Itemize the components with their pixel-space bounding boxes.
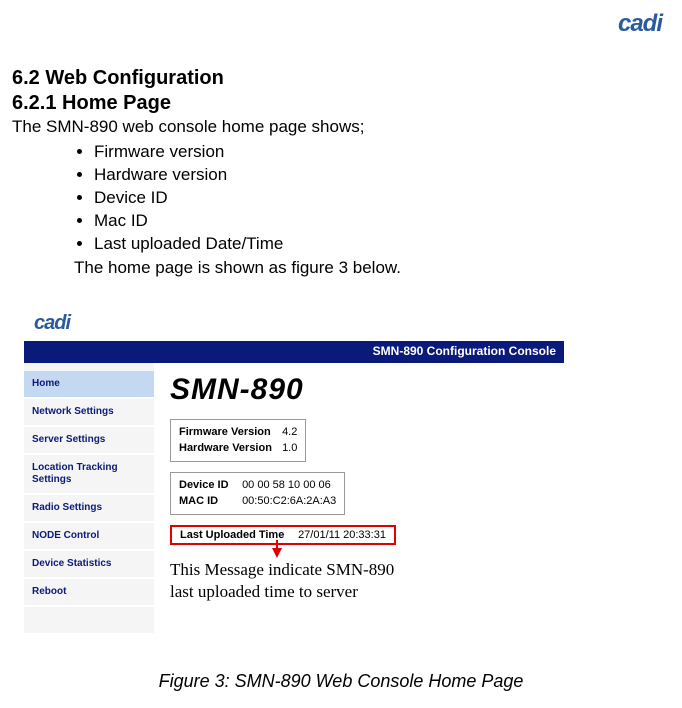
device-id-row: Device ID 00 00 58 10 00 06 [179,477,336,494]
sidebar-item-location-tracking[interactable]: Location Tracking Settings [24,455,154,495]
sidebar-item-reboot[interactable]: Reboot [24,579,154,607]
main-panel: SMN-890 Firmware Version 4.2 Hardware Ve… [154,363,564,633]
device-id-value: 00 00 58 10 00 06 [242,477,331,494]
hardware-label: Hardware Version [179,440,279,457]
figure-caption: Figure 3: SMN-890 Web Console Home Page [12,671,670,692]
mac-id-label: MAC ID [179,493,239,510]
console-banner: SMN-890 Configuration Console [24,341,564,363]
annotation-line-2: last uploaded time to server [170,582,358,601]
annotation-line-1: This Message indicate SMN-890 [170,560,394,579]
sidebar-item-radio-settings[interactable]: Radio Settings [24,495,154,523]
section-heading-6-2: 6.2 Web Configuration [12,67,670,90]
version-block: Firmware Version 4.2 Hardware Version 1.… [170,419,306,462]
firmware-row: Firmware Version 4.2 [179,424,297,441]
figure-3: cadi SMN-890 Configuration Console Home … [24,306,564,633]
device-id-label: Device ID [179,477,239,494]
list-item: Device ID [94,187,670,210]
intro-text: The SMN-890 web console home page shows; [12,117,670,137]
callout-annotation: This Message indicate SMN-890 last uploa… [170,559,548,603]
figure-brand-logo: cadi [24,306,564,341]
sidebar-item-server-settings[interactable]: Server Settings [24,427,154,455]
arrow-down-icon [272,548,282,558]
after-list-text: The home page is shown as figure 3 below… [74,258,670,278]
mac-id-row: MAC ID 00:50:C2:6A:2A:A3 [179,493,336,510]
firmware-label: Firmware Version [179,424,279,441]
hardware-row: Hardware Version 1.0 [179,440,297,457]
firmware-value: 4.2 [282,424,297,441]
sidebar-item-network-settings[interactable]: Network Settings [24,399,154,427]
last-uploaded-callout: Last Uploaded Time 27/01/11 20:33:31 [170,525,396,545]
last-uploaded-value: 27/01/11 20:33:31 [298,529,386,541]
sidebar: Home Network Settings Server Settings Lo… [24,363,154,633]
mac-id-value: 00:50:C2:6A:2A:A3 [242,493,336,510]
list-item: Last uploaded Date/Time [94,233,670,256]
brand-logo: cadi [618,10,662,38]
list-item: Mac ID [94,210,670,233]
feature-list: Firmware version Hardware version Device… [94,141,670,256]
console-body: Home Network Settings Server Settings Lo… [24,363,564,633]
id-block: Device ID 00 00 58 10 00 06 MAC ID 00:50… [170,472,345,515]
sidebar-item-home[interactable]: Home [24,371,154,399]
sidebar-item-node-control[interactable]: NODE Control [24,523,154,551]
list-item: Firmware version [94,141,670,164]
list-item: Hardware version [94,164,670,187]
section-heading-6-2-1: 6.2.1 Home Page [12,92,670,115]
hardware-value: 1.0 [282,440,297,457]
sidebar-item-device-statistics[interactable]: Device Statistics [24,551,154,579]
page-title: SMN-890 [170,373,548,407]
